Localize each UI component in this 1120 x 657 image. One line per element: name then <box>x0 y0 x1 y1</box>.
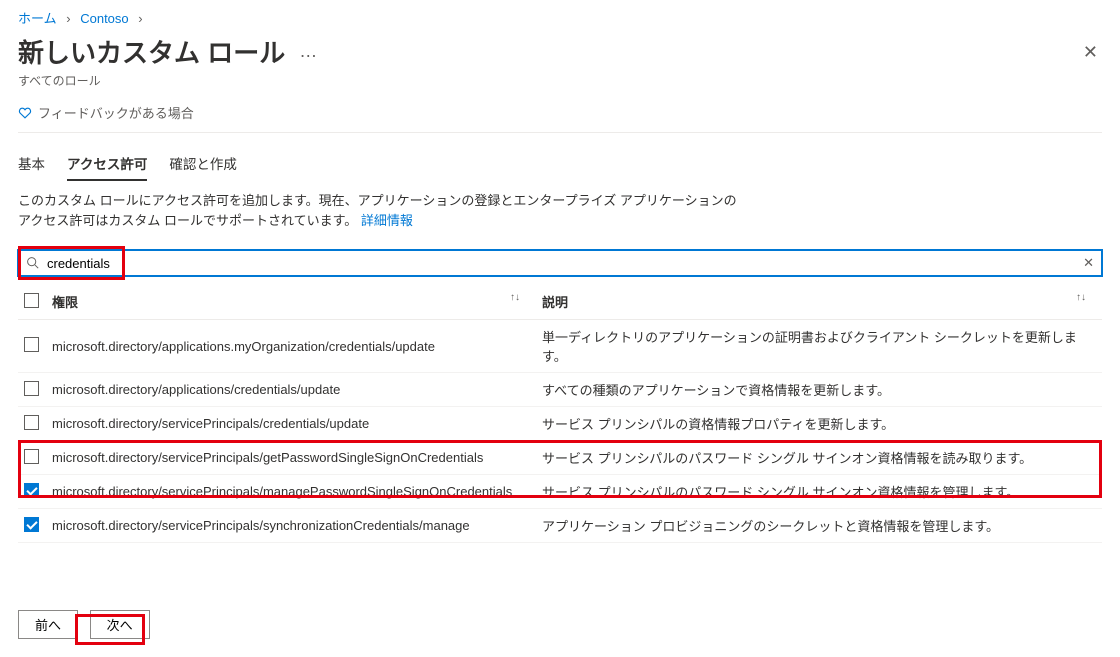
row-checkbox[interactable] <box>24 483 39 498</box>
chevron-right-icon: › <box>138 11 142 26</box>
breadcrumb: ホーム › Contoso › <box>18 0 1102 31</box>
prev-button[interactable]: 前へ <box>18 610 78 639</box>
next-button[interactable]: 次へ <box>90 610 150 639</box>
wizard-footer: 前へ 次へ <box>0 600 1120 657</box>
heart-icon <box>18 106 32 120</box>
tabs: 基本 アクセス許可 確認と作成 <box>18 147 1102 181</box>
permissions-table: 権限 ↑↓ 説明 ↑↓ microsoft.directory/applicat… <box>18 284 1102 543</box>
close-button[interactable]: ✕ <box>1079 39 1102 65</box>
details-link[interactable]: 詳細情報 <box>361 213 413 228</box>
row-checkbox[interactable] <box>24 381 39 396</box>
table-row[interactable]: microsoft.directory/servicePrincipals/sy… <box>18 509 1102 543</box>
more-actions-button[interactable]: … <box>299 41 317 62</box>
tab-basics[interactable]: 基本 <box>18 147 45 181</box>
page-title: 新しいカスタム ロール <box>18 33 285 70</box>
sort-icon: ↑↓ <box>510 292 520 303</box>
tab-description: このカスタム ロールにアクセス許可を追加します。現在、アプリケーションの登録とエ… <box>18 191 738 230</box>
select-all-checkbox[interactable] <box>24 293 39 308</box>
permission-cell: microsoft.directory/servicePrincipals/sy… <box>46 509 536 543</box>
description-cell: サービス プリンシパルの資格情報プロパティを更新します。 <box>536 407 1102 441</box>
row-checkbox[interactable] <box>24 337 39 352</box>
breadcrumb-home[interactable]: ホーム <box>18 11 57 26</box>
permission-cell: microsoft.directory/servicePrincipals/ma… <box>46 475 536 509</box>
divider <box>18 132 1102 133</box>
tab-permissions[interactable]: アクセス許可 <box>67 147 147 181</box>
permission-search-input[interactable] <box>18 250 1102 276</box>
permission-cell: microsoft.directory/applications/credent… <box>46 373 536 407</box>
feedback-label: フィードバックがある場合 <box>38 103 194 122</box>
description-cell: 単一ディレクトリのアプリケーションの証明書およびクライアント シークレットを更新… <box>536 320 1102 373</box>
row-checkbox[interactable] <box>24 415 39 430</box>
table-row[interactable]: microsoft.directory/servicePrincipals/ge… <box>18 441 1102 475</box>
row-checkbox[interactable] <box>24 517 39 532</box>
page-subtitle: すべてのロール <box>18 72 1102 89</box>
column-description[interactable]: 説明 ↑↓ <box>536 284 1102 320</box>
table-row[interactable]: microsoft.directory/servicePrincipals/cr… <box>18 407 1102 441</box>
tab-review[interactable]: 確認と作成 <box>169 147 237 181</box>
column-permission[interactable]: 権限 ↑↓ <box>46 284 536 320</box>
description-cell: サービス プリンシパルのパスワード シングル サインオン資格情報を読み取ります。 <box>536 441 1102 475</box>
description-cell: すべての種類のアプリケーションで資格情報を更新します。 <box>536 373 1102 407</box>
permission-cell: microsoft.directory/servicePrincipals/ge… <box>46 441 536 475</box>
permission-cell: microsoft.directory/servicePrincipals/cr… <box>46 407 536 441</box>
sort-icon: ↑↓ <box>1076 292 1086 303</box>
description-cell: アプリケーション プロビジョニングのシークレットと資格情報を管理します。 <box>536 509 1102 543</box>
breadcrumb-org[interactable]: Contoso <box>80 11 128 26</box>
feedback-link[interactable]: フィードバックがある場合 <box>18 103 1102 122</box>
table-row[interactable]: microsoft.directory/applications.myOrgan… <box>18 320 1102 373</box>
clear-search-button[interactable]: ✕ <box>1083 255 1094 271</box>
table-row[interactable]: microsoft.directory/servicePrincipals/ma… <box>18 475 1102 509</box>
permission-cell: microsoft.directory/applications.myOrgan… <box>46 320 536 373</box>
table-row[interactable]: microsoft.directory/applications/credent… <box>18 373 1102 407</box>
chevron-right-icon: › <box>66 11 70 26</box>
row-checkbox[interactable] <box>24 449 39 464</box>
search-icon <box>26 256 39 272</box>
description-cell: サービス プリンシパルのパスワード シングル サインオン資格情報を管理します。 <box>536 475 1102 509</box>
